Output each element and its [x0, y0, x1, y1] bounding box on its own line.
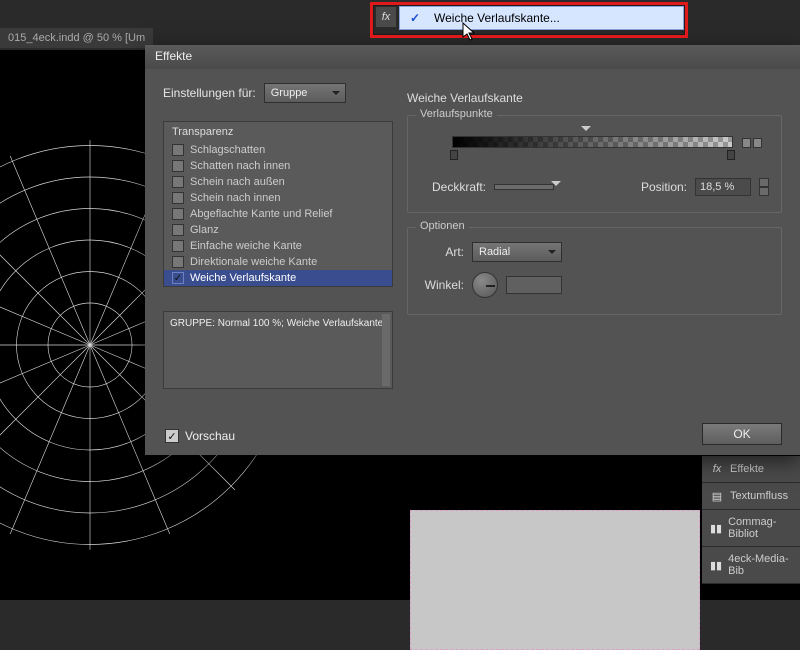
art-select[interactable]: Radial — [472, 242, 562, 262]
side-panels: fxEffekte ▤Textumfluss ▮▮Commag-Bibliot … — [702, 456, 800, 584]
opacity-slider[interactable] — [494, 184, 554, 190]
fx-item-label: Einfache weiche Kante — [190, 240, 302, 252]
section-title: Weiche Verlaufskante — [407, 91, 782, 105]
fx-item-glanz[interactable]: Glanz — [164, 222, 392, 238]
panel-label: Textumfluss — [730, 490, 788, 502]
checkbox-icon[interactable] — [172, 208, 184, 220]
position-spinner[interactable] — [759, 178, 769, 196]
fx-item-weiche-verlaufskante[interactable]: ✓ Weiche Verlaufskante — [164, 270, 392, 286]
fieldset-legend: Verlaufspunkte — [416, 108, 497, 120]
art-label: Art: — [420, 245, 464, 259]
checkbox-icon[interactable]: ✓ — [172, 272, 184, 284]
fx-item-schlagschatten[interactable]: Schlagschatten — [164, 142, 392, 158]
preview-checkbox[interactable]: ✓ — [165, 429, 179, 443]
settings-for-label: Einstellungen für: — [163, 86, 256, 100]
ok-button[interactable]: OK — [702, 423, 782, 445]
panel-4eck[interactable]: ▮▮ 4eck-Media-Bib — [702, 547, 800, 584]
opacity-label: Deckkraft: — [420, 180, 486, 194]
document-tab-label: 015_4eck.indd @ 50 % [Um — [8, 32, 145, 44]
angle-input[interactable]: 0° — [506, 276, 562, 294]
textwrap-icon: ▤ — [710, 489, 724, 503]
effects-list: Transparenz Schlagschatten Schatten nach… — [163, 121, 393, 287]
settings-for-select[interactable]: Gruppe — [264, 83, 346, 103]
checkbox-icon[interactable] — [172, 176, 184, 188]
fx-item-direktionale-weiche[interactable]: Direktionale weiche Kante — [164, 254, 392, 270]
books-icon: ▮▮ — [710, 521, 722, 535]
document-page — [410, 510, 700, 650]
new-stop-icon[interactable] — [741, 136, 763, 152]
effects-dialog: Effekte Einstellungen für: Gruppe Transp… — [145, 45, 800, 455]
effects-list-header[interactable]: Transparenz — [164, 122, 392, 142]
gradient-stops-fieldset: Verlaufspunkte Deckkraft: Position: — [407, 115, 782, 213]
fx-item-label: Abgeflachte Kante und Relief — [190, 208, 333, 220]
gradient-stop-right[interactable] — [727, 150, 735, 160]
select-value: Radial — [479, 246, 510, 258]
fieldset-legend: Optionen — [416, 220, 469, 232]
select-value: Gruppe — [271, 87, 308, 99]
checkbox-icon[interactable] — [172, 160, 184, 172]
checkbox-icon[interactable] — [172, 144, 184, 156]
panel-label: Commag-Bibliot — [728, 516, 792, 540]
angle-dial[interactable] — [472, 272, 498, 298]
fx-item-label: Weiche Verlaufskante — [190, 272, 296, 284]
fx-item-schatten-innen[interactable]: Schatten nach innen — [164, 158, 392, 174]
fx-item-label: Schatten nach innen — [190, 160, 290, 172]
fx-icon: fx — [710, 462, 724, 476]
angle-label: Winkel: — [420, 278, 464, 292]
panel-commag[interactable]: ▮▮ Commag-Bibliot — [702, 510, 800, 547]
fx-item-bevel[interactable]: Abgeflachte Kante und Relief — [164, 206, 392, 222]
fx-item-schein-innen[interactable]: Schein nach innen — [164, 190, 392, 206]
position-input[interactable]: 18,5 % — [695, 178, 751, 196]
gradient-stop-left[interactable] — [450, 150, 458, 160]
position-label: Position: — [641, 180, 687, 194]
checkbox-icon[interactable] — [172, 192, 184, 204]
checkbox-icon[interactable] — [172, 256, 184, 268]
panel-label: Effekte — [730, 463, 764, 475]
dialog-title: Effekte — [145, 45, 800, 69]
document-tab[interactable]: 015_4eck.indd @ 50 % [Um — [0, 28, 153, 48]
fx-item-schein-aussen[interactable]: Schein nach außen — [164, 174, 392, 190]
effects-summary: GRUPPE: Normal 100 %; Weiche Verlaufskan… — [163, 311, 393, 389]
fx-item-label: Glanz — [190, 224, 219, 236]
gradient-ramp[interactable] — [452, 136, 733, 148]
preview-label: Vorschau — [185, 429, 235, 443]
gradient-midpoint-handle[interactable] — [581, 126, 591, 136]
fx-item-label: Schlagschatten — [190, 144, 265, 156]
panel-textumfluss[interactable]: ▤ Textumfluss — [702, 483, 800, 510]
highlight-box — [370, 2, 688, 38]
fx-item-einfache-weiche[interactable]: Einfache weiche Kante — [164, 238, 392, 254]
panel-label: 4eck-Media-Bib — [728, 553, 792, 577]
fx-item-label: Direktionale weiche Kante — [190, 256, 317, 268]
panel-effekte[interactable]: fx Effekte — [702, 456, 800, 483]
fx-item-label: Schein nach außen — [190, 176, 285, 188]
checkbox-icon[interactable] — [172, 240, 184, 252]
books-icon: ▮▮ — [710, 558, 722, 572]
checkbox-icon[interactable] — [172, 224, 184, 236]
options-fieldset: Optionen Art: Radial Winkel: 0° — [407, 227, 782, 315]
fx-item-label: Schein nach innen — [190, 192, 281, 204]
